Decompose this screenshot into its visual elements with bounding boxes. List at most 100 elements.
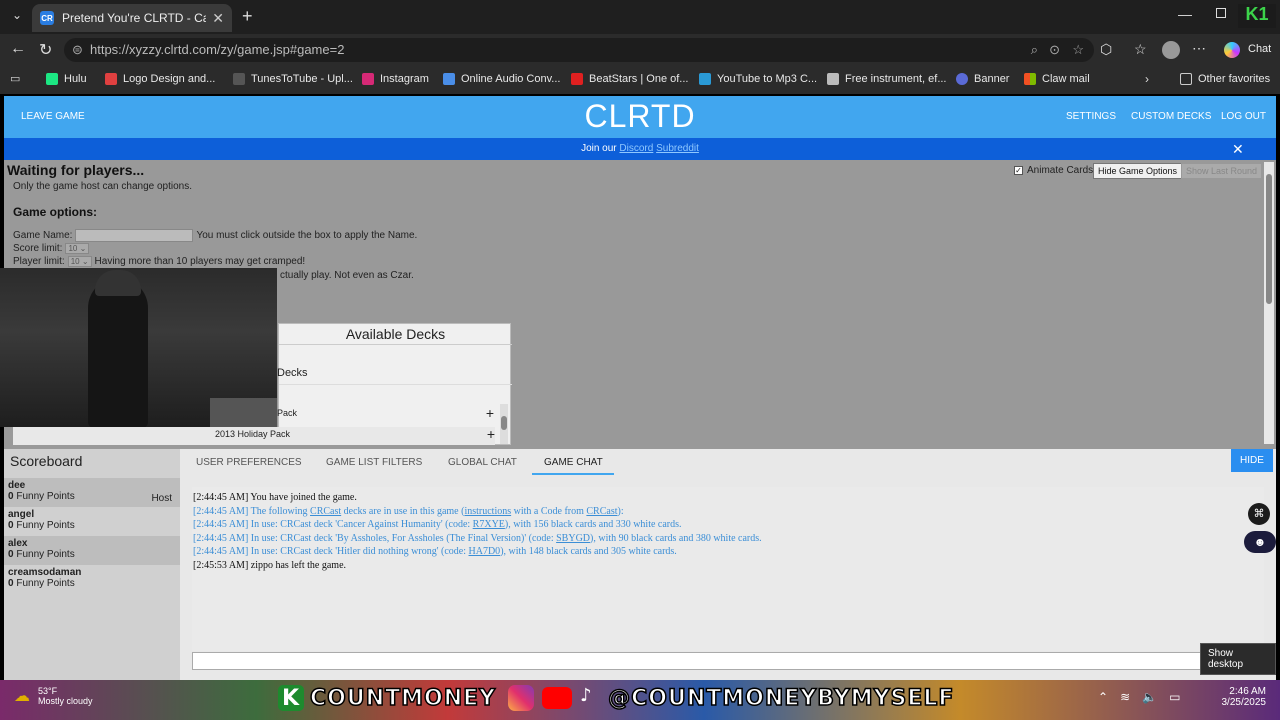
page-scrollbar[interactable]	[1264, 162, 1274, 444]
add-deck-icon[interactable]: +	[487, 426, 495, 442]
wifi-icon[interactable]: ≋	[1120, 690, 1130, 704]
deck-code-link[interactable]: R7XYE	[473, 519, 505, 530]
tab-game-chat[interactable]: GAME CHAT	[544, 457, 603, 468]
clock[interactable]: 2:46 AM 3/25/2025	[1210, 686, 1267, 708]
bookmark-logo-design[interactable]: Logo Design and...	[105, 73, 215, 85]
chat-line: [2:44:45 AM] In use: CRCast deck 'Cancer…	[193, 519, 682, 530]
profile-avatar[interactable]	[1162, 41, 1180, 59]
instructions-link[interactable]: instructions	[464, 506, 511, 517]
youtube-brand-icon	[542, 687, 573, 709]
bookmark-audio-converter[interactable]: Online Audio Conv...	[443, 73, 560, 85]
custom-decks-link[interactable]: CUSTOM DECKS	[1131, 111, 1211, 122]
brand-name: COUNTMONEY	[309, 685, 497, 712]
discord-widget-icon[interactable]: ☻	[1244, 531, 1276, 553]
favorites-icon[interactable]: ☆	[1134, 41, 1147, 58]
chat-log: [2:44:45 AM] You have joined the game. […	[193, 491, 762, 572]
close-banner-icon[interactable]: ✕	[1232, 138, 1244, 160]
back-icon[interactable]: ←	[10, 40, 26, 58]
chat-line: [2:44:45 AM] In use: CRCast deck 'Hitler…	[193, 546, 677, 557]
extensions-icon[interactable]: ⬡	[1100, 41, 1112, 58]
grid-widget-icon[interactable]: ⌘	[1248, 503, 1270, 525]
decks-scrollbar[interactable]	[500, 404, 508, 444]
host-badge: Host	[151, 493, 172, 504]
deck-item[interactable]: 2013 Holiday Pack +	[213, 426, 495, 445]
add-deck-icon[interactable]: +	[486, 405, 494, 421]
bookmark-claw-mail[interactable]: Claw mail	[1024, 73, 1090, 85]
audio-converter-icon	[443, 73, 455, 85]
weather-widget[interactable]: ☁ 53°F Mostly cloudy	[14, 686, 93, 706]
player-score: 0 Funny Points	[8, 520, 75, 531]
bookmark-banner[interactable]: Banner	[956, 73, 1009, 85]
chat-line: [2:44:45 AM] The following CRCast decks …	[193, 505, 624, 517]
player-limit-label: Player limit:	[13, 256, 65, 267]
animate-cards-toggle[interactable]: ✓ Animate Cards	[1014, 165, 1093, 176]
refresh-icon[interactable]: ↻	[39, 40, 52, 60]
more-tools-icon[interactable]: ⊙	[1049, 38, 1060, 62]
log-out-link[interactable]: LOG OUT	[1221, 111, 1266, 122]
bookmark-free-instrument[interactable]: Free instrument, ef...	[827, 73, 946, 85]
decks-scrollbar-thumb[interactable]	[501, 416, 507, 430]
checkbox-checked-icon[interactable]: ✓	[1014, 166, 1023, 175]
bookmark-youtube-mp3[interactable]: YouTube to Mp3 C...	[699, 73, 817, 85]
bookmark-beatstars[interactable]: BeatStars | One of...	[571, 73, 688, 85]
bookmark-tunestotube[interactable]: TunesToTube - Upl...	[233, 73, 353, 85]
url-field[interactable]: ⊜ https://xyzzy.clrtd.com/zy/game.jsp#ga…	[64, 38, 1094, 62]
score-limit-label: Score limit:	[13, 243, 63, 254]
webcam-caption-bar	[13, 427, 213, 445]
score-limit-select[interactable]: 10 ⌄	[65, 243, 90, 254]
tunestotube-icon	[233, 73, 245, 85]
game-name-input[interactable]	[75, 229, 194, 242]
minimize-icon[interactable]: —	[1178, 6, 1192, 22]
brand-handle: @COUNTMONEYBYMYSELF	[607, 685, 955, 712]
site-info-icon[interactable]: ⊜	[72, 38, 83, 62]
other-favorites[interactable]: Other favorites	[1180, 73, 1270, 85]
player-row: creamsodaman 0 Funny Points	[4, 565, 180, 594]
game-name-row: Game Name: You must click outside the bo…	[13, 229, 417, 242]
volume-icon[interactable]: 🔈	[1142, 690, 1157, 704]
settings-more-icon[interactable]: ⋯	[1192, 40, 1206, 57]
reading-list-icon[interactable]: ▭	[10, 72, 20, 85]
active-tab[interactable]: CR Pretend You're CLRTD - Cards Aga ✕	[32, 4, 232, 32]
restore-icon[interactable]	[1216, 8, 1226, 18]
free-instrument-icon	[827, 73, 839, 85]
tab-list-button[interactable]: ⌄	[8, 8, 26, 26]
deck-code-link[interactable]: SBYGD	[556, 533, 590, 544]
new-tab-icon[interactable]: +	[242, 6, 253, 27]
close-tab-icon[interactable]: ✕	[212, 10, 224, 27]
show-last-round-button[interactable]: Show Last Round	[1181, 163, 1263, 179]
tab-user-preferences[interactable]: USER PREFERENCES	[196, 457, 302, 468]
discord-link[interactable]: Discord	[619, 143, 653, 154]
weather-desc: Mostly cloudy	[38, 696, 93, 706]
deck-code-link[interactable]: HA7D0	[469, 546, 501, 557]
settings-link[interactable]: SETTINGS	[1066, 111, 1116, 122]
address-bar-row: ← ↻ ⊜ https://xyzzy.clrtd.com/zy/game.js…	[0, 34, 1280, 66]
crcast-link[interactable]: CRCast	[310, 506, 341, 517]
tray-overflow-icon[interactable]: ⌃	[1098, 690, 1108, 704]
hide-chat-button[interactable]: HIDE	[1231, 449, 1273, 472]
player-row: angel 0 Funny Points	[4, 507, 180, 536]
decks-subheading: Decks	[277, 367, 308, 379]
host-note: Only the game host can change options.	[13, 181, 193, 192]
battery-icon[interactable]: ▭	[1169, 690, 1180, 704]
bookmark-hulu[interactable]: Hulu	[46, 73, 87, 85]
bookmarks-overflow-icon[interactable]: ›	[1145, 72, 1149, 86]
chat-input[interactable]	[192, 652, 1202, 670]
url-text: https://xyzzy.clrtd.com/zy/game.jsp#game…	[90, 42, 345, 57]
tab-title: Pretend You're CLRTD - Cards Aga	[62, 11, 207, 25]
tab-game-list-filters[interactable]: GAME LIST FILTERS	[326, 457, 422, 468]
chat-label[interactable]: Chat	[1248, 43, 1271, 55]
zoom-icon[interactable]: ⌕	[1031, 38, 1038, 62]
copilot-icon[interactable]	[1224, 42, 1240, 58]
subreddit-link[interactable]: Subreddit	[656, 143, 699, 154]
crcast-link[interactable]: CRCast	[586, 506, 617, 517]
folder-icon	[1180, 73, 1192, 85]
stream-brand-overlay: K COUNTMONEY ♪ @COUNTMONEYBYMYSELF	[278, 684, 954, 712]
tab-global-chat[interactable]: GLOBAL CHAT	[448, 457, 517, 468]
scrollbar-thumb[interactable]	[1266, 174, 1272, 304]
player-limit-select[interactable]: 10 ⌄	[67, 256, 92, 267]
hide-game-options-button[interactable]: Hide Game Options	[1093, 163, 1183, 179]
favorite-star-icon[interactable]: ☆	[1072, 38, 1084, 62]
deck-item[interactable]: Pack +	[277, 405, 494, 421]
tiktok-brand-icon: ♪	[580, 685, 593, 706]
bookmark-instagram[interactable]: Instagram	[362, 73, 429, 85]
